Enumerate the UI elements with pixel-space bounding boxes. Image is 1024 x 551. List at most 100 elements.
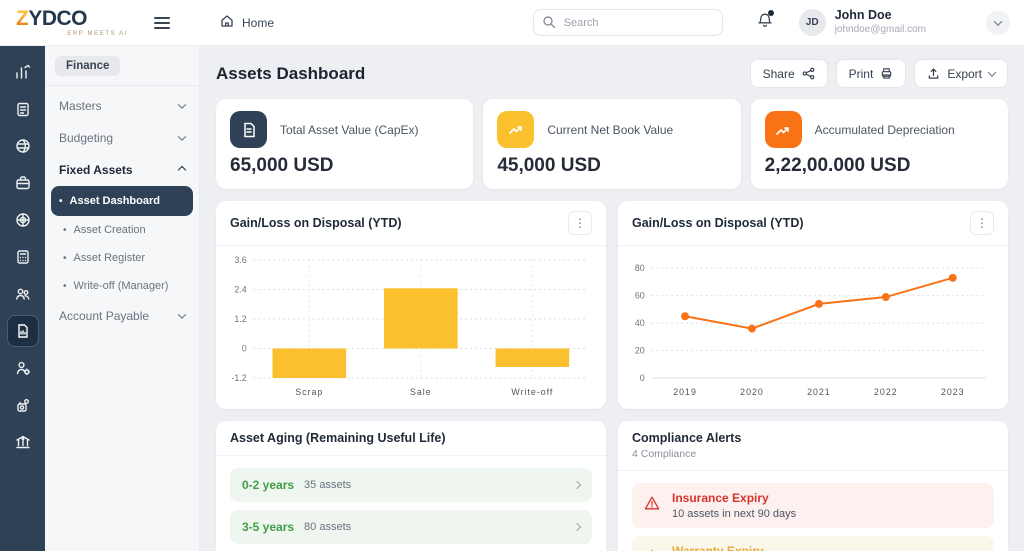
- svg-text:2019: 2019: [673, 387, 697, 397]
- sidebar-item-label: Account Payable: [59, 309, 149, 323]
- search-input[interactable]: [533, 9, 723, 36]
- rail-globe-operations-icon[interactable]: [7, 204, 39, 236]
- stat-label: Accumulated Depreciation: [815, 123, 955, 137]
- aging-range: 3-5 years: [242, 520, 294, 534]
- module-badge: Finance: [55, 56, 120, 76]
- sidebar-item-account-payable[interactable]: Account Payable: [55, 300, 189, 332]
- share-icon: [802, 67, 815, 80]
- svg-text:2020: 2020: [740, 387, 764, 397]
- notifications-button[interactable]: [757, 12, 773, 34]
- rail-user-assets-icon[interactable]: [7, 389, 39, 421]
- svg-text:-1.2: -1.2: [231, 373, 246, 383]
- warning-triangle-icon: [644, 495, 660, 516]
- svg-text:2.4: 2.4: [234, 284, 246, 294]
- export-button[interactable]: Export: [914, 59, 1008, 88]
- rail-briefcase-icon[interactable]: [7, 167, 39, 199]
- chevron-down-icon: [994, 17, 1002, 25]
- bar-chart-card: Gain/Loss on Disposal (YTD) ⋮ 3.62.41.20…: [216, 201, 606, 409]
- card-title: Compliance Alerts: [632, 431, 994, 445]
- sidebar-item-fixed-assets[interactable]: Fixed Assets: [55, 154, 189, 186]
- menu-toggle-icon[interactable]: [154, 14, 170, 32]
- sidebar-item-masters[interactable]: Masters: [55, 90, 189, 122]
- sidebar-item-budgeting[interactable]: Budgeting: [55, 122, 189, 154]
- share-label: Share: [763, 67, 795, 81]
- brand-wordmark: ZYDCO: [16, 8, 128, 29]
- stat-card-total-asset-value: Total Asset Value (CapEx) 65,000 USD: [216, 99, 473, 189]
- breadcrumb[interactable]: Home: [220, 14, 274, 31]
- print-button[interactable]: Print: [836, 59, 907, 88]
- rail-analytics-icon[interactable]: [7, 56, 39, 88]
- sidebar-item-asset-register[interactable]: Asset Register: [55, 244, 189, 272]
- stat-card-net-book-value: Current Net Book Value 45,000 USD: [483, 99, 740, 189]
- brand-rest: YDCO: [28, 7, 87, 30]
- stat-value: 65,000 USD: [230, 155, 459, 177]
- sidebar-item-asset-creation[interactable]: Asset Creation: [55, 216, 189, 244]
- stat-value: 45,000 USD: [497, 155, 726, 177]
- rail-clipboard-orders-icon[interactable]: [7, 93, 39, 125]
- svg-text:2022: 2022: [874, 387, 898, 397]
- kebab-menu-icon[interactable]: ⋮: [568, 211, 592, 235]
- rail-calculator-accounting-icon[interactable]: [7, 241, 39, 273]
- svg-text:3.6: 3.6: [234, 255, 246, 265]
- sidebar-item-label: Budgeting: [59, 131, 113, 145]
- alert-insurance-expiry[interactable]: Insurance Expiry 10 assets in next 90 da…: [632, 483, 994, 528]
- rail-team-icon[interactable]: [7, 278, 39, 310]
- sidebar-divider: [45, 85, 199, 86]
- stat-card-accumulated-depreciation: Accumulated Depreciation 2,22,00.000 USD: [751, 99, 1008, 189]
- module-rail: [0, 46, 45, 551]
- card-subtitle: 4 Compliance: [632, 448, 994, 460]
- kebab-menu-icon[interactable]: ⋮: [970, 211, 994, 235]
- brand-z: Z: [16, 7, 28, 30]
- compliance-alerts-card: Compliance Alerts 4 Compliance Insurance…: [618, 421, 1008, 551]
- svg-text:2021: 2021: [807, 387, 831, 397]
- gain-loss-line-chart: 02040608020192020202120222023: [626, 252, 1000, 400]
- alert-title: Warranty Expiry: [672, 544, 803, 551]
- brand-logo[interactable]: ZYDCO ERP MEETS AI: [16, 8, 128, 37]
- rail-logistics-icon[interactable]: [7, 130, 39, 162]
- finance-sidebar: Finance Masters Budgeting Fixed Assets A…: [45, 46, 200, 551]
- stat-label: Total Asset Value (CapEx): [280, 123, 419, 137]
- share-button[interactable]: Share: [750, 59, 828, 88]
- notification-dot: [768, 10, 774, 16]
- alert-warranty-expiry[interactable]: Warranty Expiry 15 assets in next 6 mont…: [632, 536, 994, 551]
- print-label: Print: [849, 67, 874, 81]
- avatar[interactable]: JD: [799, 9, 826, 36]
- brand-tagline: ERP MEETS AI: [67, 31, 128, 37]
- aging-range: 0-2 years: [242, 478, 294, 492]
- aging-row-0-2-years[interactable]: 0-2 years 35 assets: [230, 468, 592, 502]
- aging-count: 35 assets: [304, 479, 351, 491]
- document-icon: [230, 111, 267, 148]
- alert-detail: 10 assets in next 90 days: [672, 508, 796, 520]
- sidebar-item-write-off-manager[interactable]: Write-off (Manager): [55, 272, 189, 300]
- stat-label: Current Net Book Value: [547, 123, 673, 137]
- svg-text:0: 0: [640, 373, 645, 383]
- export-label: Export: [947, 67, 982, 81]
- export-icon: [927, 67, 940, 80]
- svg-text:Sale: Sale: [410, 387, 432, 397]
- aging-count: 80 assets: [304, 521, 351, 533]
- page-title: Assets Dashboard: [216, 64, 365, 84]
- sidebar-item-asset-dashboard[interactable]: Asset Dashboard: [51, 186, 193, 216]
- main-content: Assets Dashboard Share Print Export: [200, 46, 1024, 551]
- svg-text:80: 80: [635, 263, 645, 273]
- rail-finance-documents-icon[interactable]: [7, 315, 39, 347]
- stat-value: 2,22,00.000 USD: [765, 155, 994, 177]
- chevron-down-icon: [178, 310, 186, 318]
- chevron-up-icon: [178, 166, 186, 174]
- svg-text:Write-off: Write-off: [511, 387, 553, 397]
- alert-title: Insurance Expiry: [672, 491, 796, 505]
- sidebar-item-label: Fixed Assets: [59, 163, 133, 177]
- svg-text:60: 60: [635, 291, 645, 301]
- trend-line-icon: [497, 111, 534, 148]
- card-title: Asset Aging (Remaining Useful Life): [230, 431, 446, 445]
- rail-institution-icon[interactable]: [7, 426, 39, 458]
- svg-text:20: 20: [635, 345, 645, 355]
- user-name: John Doe: [835, 8, 926, 24]
- aging-row-3-5-years[interactable]: 3-5 years 80 assets: [230, 510, 592, 544]
- app-window: ZYDCO ERP MEETS AI Home JD John Doe john…: [0, 0, 1024, 551]
- user-menu-button[interactable]: [986, 11, 1010, 35]
- user-info: John Doe johndoe@gmail.com: [835, 8, 926, 36]
- rail-user-settings-icon[interactable]: [7, 352, 39, 384]
- line-chart-card: Gain/Loss on Disposal (YTD) ⋮ 0204060802…: [618, 201, 1008, 409]
- svg-text:40: 40: [635, 318, 645, 328]
